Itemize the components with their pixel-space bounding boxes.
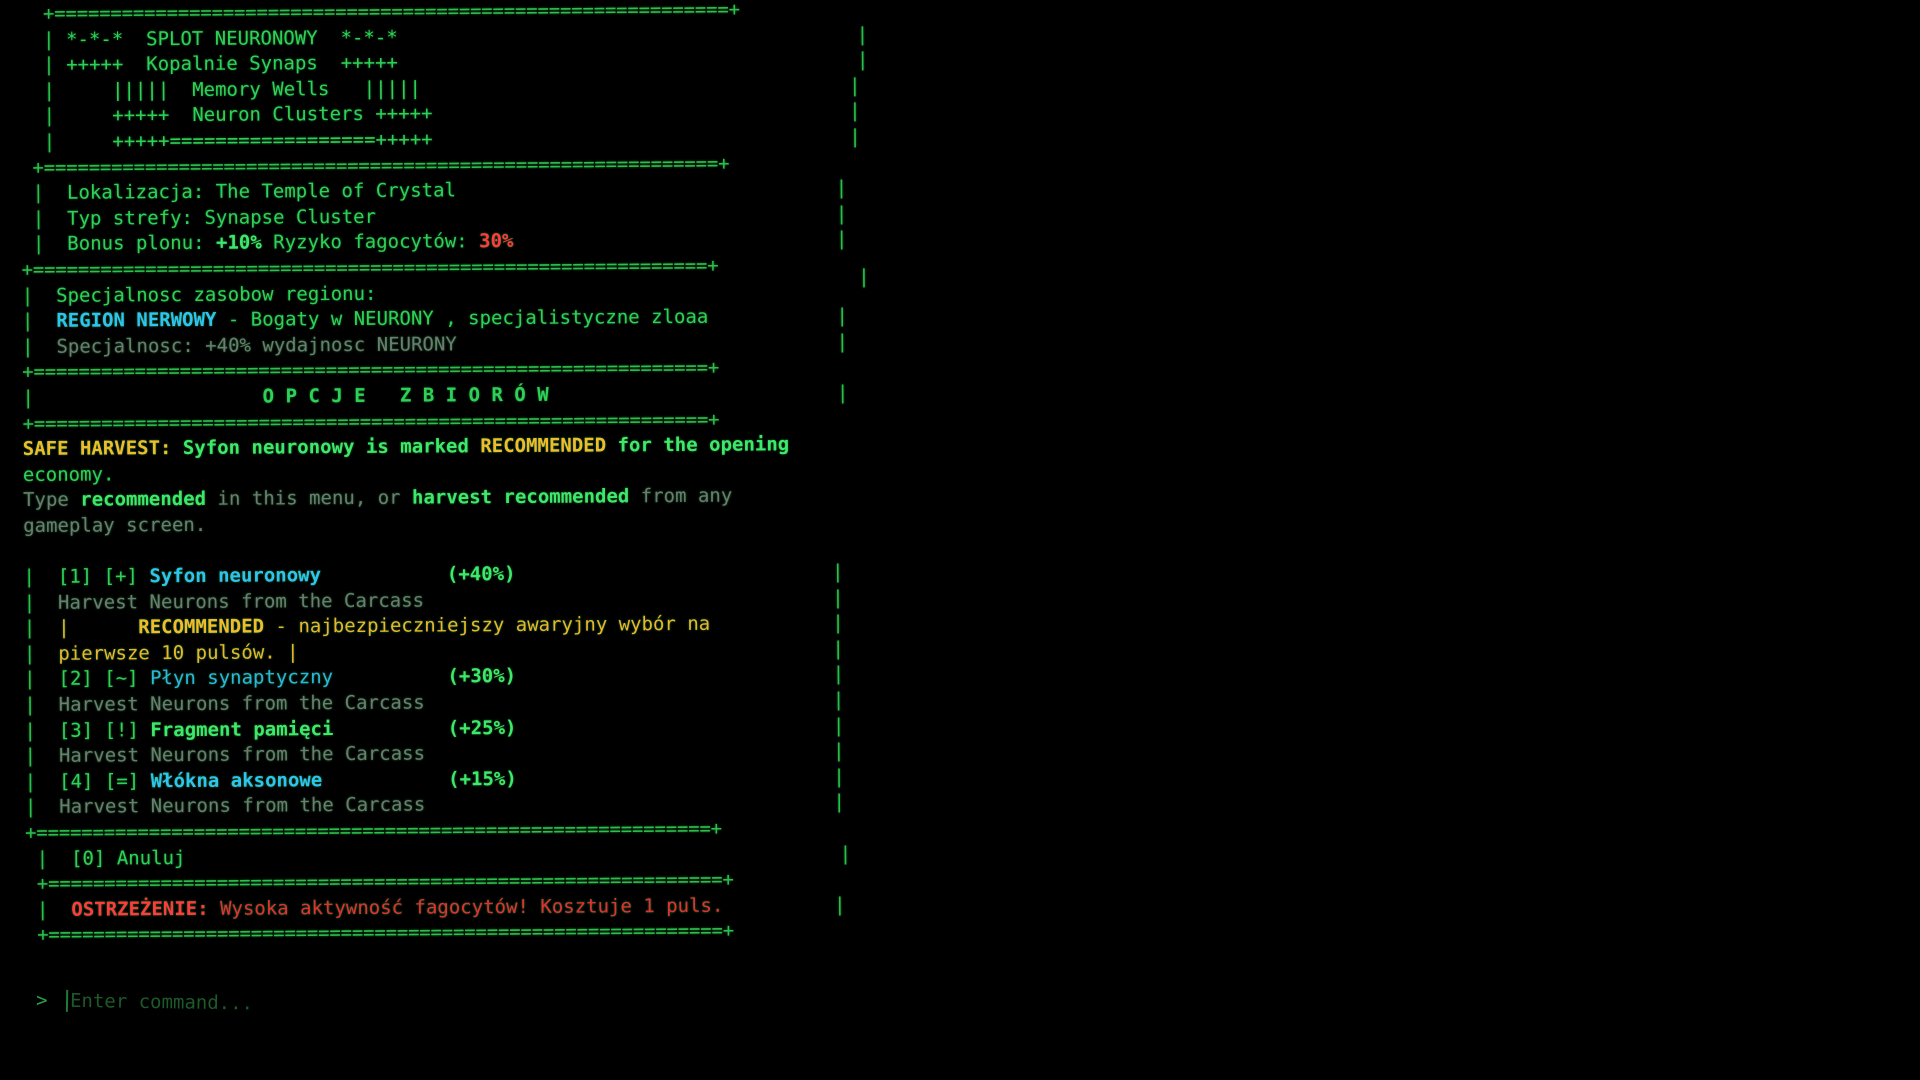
option-2-marker: [~] — [104, 667, 139, 690]
option-3-key[interactable]: [3] — [59, 719, 93, 741]
rule-line: +=======================================… — [42, 0, 740, 25]
option-2-key[interactable]: [2] — [58, 668, 92, 690]
prompt-symbol: > — [35, 989, 48, 1012]
option-4-desc: Harvest Neurons from the Carcass — [59, 793, 426, 819]
command-prompt: > — [36, 986, 836, 1025]
option-3-marker: [!] — [104, 718, 139, 742]
cancel-label[interactable]: [0] Anuluj — [71, 847, 186, 870]
options-title: O P C J E Z B I O R Ó W — [262, 383, 549, 408]
option-1-bonus: (+40%) — [446, 563, 516, 586]
warning-text: Wysoka aktywność fagocytów! Kosztuje 1 p… — [208, 894, 724, 920]
terminal-output: +=======================================… — [20, 0, 870, 949]
warning-label: OSTRZEŻENIE: — [71, 897, 209, 921]
option-1-name[interactable]: Syfon neuronowy — [149, 564, 321, 587]
option-4-name[interactable]: Włókna aksonowe — [151, 769, 323, 792]
command-input[interactable] — [65, 989, 671, 1021]
option-4-bonus: (+15%) — [448, 767, 517, 791]
option-4-key[interactable]: [4] — [59, 770, 93, 792]
option-1-key[interactable]: [1] — [58, 566, 92, 588]
option-3-bonus: (+25%) — [447, 716, 517, 740]
hint-command-recommended: recommended — [80, 488, 207, 511]
option-4-marker: [=] — [104, 770, 140, 793]
recommended-badge: RECOMMENDED — [138, 615, 265, 639]
game-title: *-*-* SPLOT NEURONOWY *-*-* — [65, 26, 398, 51]
warning-bottom-rule: +=======================================… — [37, 920, 735, 947]
zone-type-value: Synapse Cluster — [204, 205, 377, 229]
location-value: The Temple of Crystal — [215, 179, 456, 203]
option-1-desc: Harvest Neurons from the Carcass — [57, 589, 425, 614]
safe-harvest-label: SAFE HARVEST: — [22, 437, 172, 461]
hint-command-harvest: harvest recommended — [411, 485, 630, 509]
option-2-name[interactable]: Płyn synaptyczny — [150, 667, 333, 690]
bonus-value: +10% — [215, 231, 262, 255]
option-2-bonus: (+30%) — [447, 665, 517, 688]
region-name: REGION NERWOWY — [56, 308, 217, 332]
risk-value: 30% — [479, 230, 514, 253]
option-2-desc: Harvest Neurons from the Carcass — [58, 691, 425, 716]
option-1-marker: [+] — [103, 565, 139, 588]
option-3-desc: Harvest Neurons from the Carcass — [58, 742, 426, 767]
option-3-name[interactable]: Fragment pamięci — [150, 718, 333, 741]
